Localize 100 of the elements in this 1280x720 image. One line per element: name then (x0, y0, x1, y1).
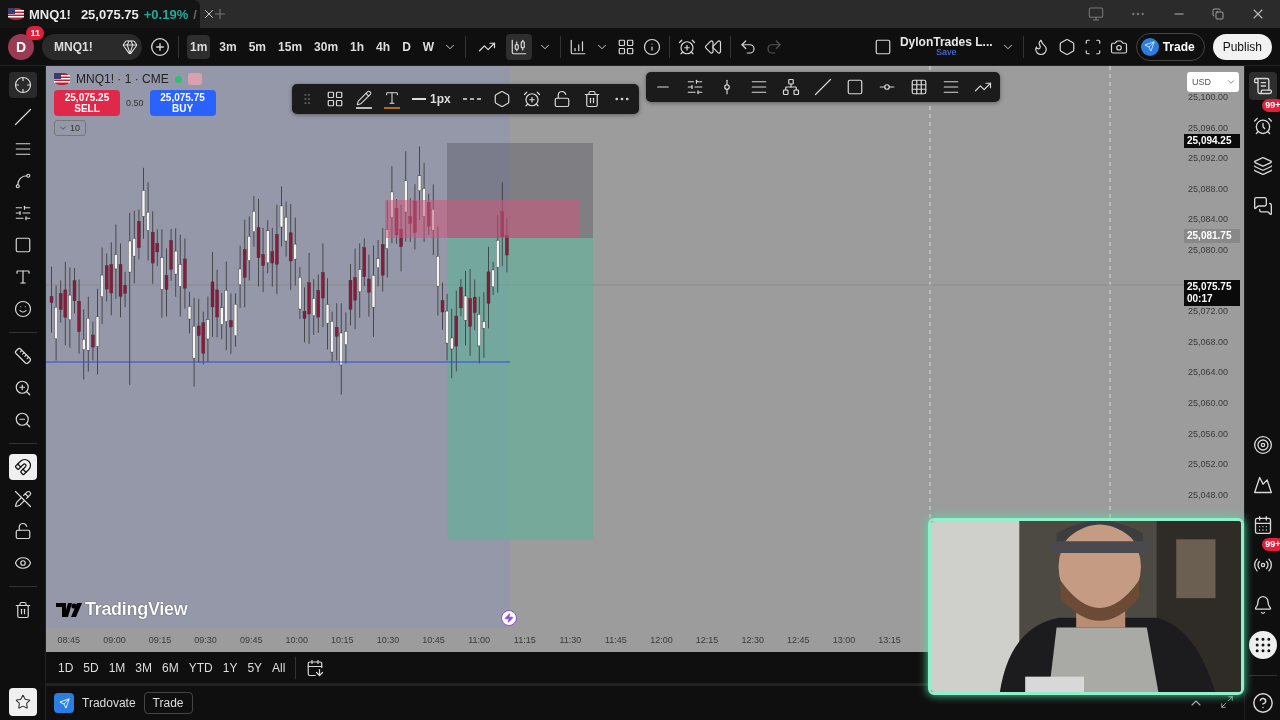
symbol-search-field[interactable]: MNQ1! (42, 33, 142, 60)
broker-logo (54, 693, 74, 713)
chat-icon (1252, 196, 1273, 216)
tab-price: 25,075.75 (80, 6, 139, 22)
pattern-icon (13, 172, 32, 190)
indicators-toggle[interactable]: 10 (54, 120, 86, 136)
tab-symbol[interactable]: MNQ1! (29, 6, 71, 22)
settings-icon[interactable] (1057, 37, 1076, 56)
time-label: 12:00 (649, 635, 674, 645)
time-label: 08:45 (56, 635, 82, 645)
text-icon[interactable] (384, 89, 400, 106)
line-icon (412, 98, 426, 100)
interval-button[interactable]: 15m (275, 34, 306, 59)
time-label: 11:15 (512, 635, 537, 645)
rewind-icon[interactable] (704, 37, 723, 56)
fullscreen-icon[interactable] (1083, 37, 1102, 56)
trash-icon[interactable] (582, 90, 601, 108)
lines-icon[interactable] (750, 78, 768, 96)
bell-icon (1252, 595, 1273, 615)
price-tag: 25,094.25 (1184, 134, 1240, 149)
range-button[interactable]: 6M (162, 660, 179, 675)
square-icon[interactable] (873, 37, 892, 56)
buy-button[interactable]: 25,075.75 BUY (149, 90, 216, 116)
settings-icon[interactable] (492, 90, 511, 108)
lines-icon[interactable] (942, 78, 960, 96)
currency-select[interactable]: USD (1187, 72, 1239, 92)
candlestick-icon (510, 37, 529, 56)
flag-icon (8, 8, 24, 20)
time-label: 11:30 (558, 635, 583, 645)
price-label: 25,100.00 (1188, 92, 1229, 102)
price-label: 25,064.00 (1188, 367, 1229, 378)
magnet-tool[interactable] (8, 454, 37, 480)
sliders-icon[interactable] (686, 78, 704, 96)
templates-icon[interactable] (326, 90, 344, 108)
interval-button[interactable]: W (419, 34, 438, 59)
crosshair-tool[interactable] (8, 72, 37, 98)
apps-button[interactable] (1248, 631, 1277, 659)
pencil-icon[interactable] (356, 89, 372, 106)
interval-button[interactable]: 4h (373, 34, 394, 59)
list-button[interactable] (1248, 72, 1277, 100)
unlock-icon[interactable] (552, 90, 571, 108)
range-button[interactable]: All (272, 660, 286, 675)
range-button[interactable]: 1M (108, 660, 126, 675)
send-icon (1144, 41, 1156, 52)
time-label: 09:15 (147, 635, 173, 645)
sell-button[interactable]: 25,075.25 SELL (54, 90, 120, 116)
undo-icon[interactable] (739, 37, 758, 56)
grid-icon[interactable] (910, 78, 928, 96)
diamond-icon[interactable] (122, 38, 138, 55)
time-label: 09:30 (193, 635, 218, 645)
alarm-clock-icon (1252, 116, 1273, 136)
camera-icon[interactable] (1109, 37, 1128, 56)
favorites-button[interactable] (8, 688, 37, 716)
tab-change: +0.19% (143, 6, 189, 22)
star-icon (14, 694, 31, 710)
monitor-icon[interactable] (1088, 6, 1104, 22)
price-label: 25,056.00 (1188, 428, 1229, 439)
time-label: 12:15 (694, 635, 720, 645)
range-button[interactable]: YTD (188, 660, 213, 675)
interval-button[interactable]: 30m (311, 34, 342, 59)
rectangle-icon[interactable] (846, 78, 864, 96)
alarm-clock-icon[interactable] (678, 37, 697, 56)
candlestick-button[interactable] (506, 33, 533, 60)
chart-symbol-title: MNQ1! · 1 · CME (76, 72, 169, 86)
diagonal-line-icon[interactable] (814, 78, 832, 96)
calendar-icon[interactable] (306, 658, 325, 677)
range-button[interactable]: 1D (58, 660, 74, 675)
maximize-icon[interactable] (1220, 695, 1234, 709)
alarm-clock-icon[interactable] (522, 90, 541, 108)
trade-button[interactable]: Trade (143, 692, 193, 714)
publish-button[interactable]: Publish (1212, 33, 1272, 60)
range-button[interactable]: 5D (83, 660, 99, 675)
broker-name: Tradovate (82, 696, 136, 710)
interval-button[interactable]: D (399, 34, 414, 59)
restore-icon[interactable] (1212, 8, 1224, 20)
interval-button[interactable]: 3m (216, 34, 240, 59)
layout-menu[interactable]: DylonTrades L... Save (899, 36, 993, 57)
line-width-button[interactable]: 1px (412, 92, 451, 106)
count-badge: 99+ (1262, 99, 1280, 112)
interval-button[interactable]: 5m (245, 34, 270, 59)
time-label: 13:00 (831, 635, 857, 645)
dashed-line-icon[interactable] (462, 97, 481, 101)
range-button[interactable]: 3M (135, 660, 153, 675)
network-icon[interactable] (782, 78, 800, 96)
line-icon (13, 108, 32, 126)
templates-icon[interactable] (617, 37, 636, 56)
range-button[interactable]: 5Y (247, 660, 263, 675)
help-icon[interactable] (1251, 692, 1274, 714)
info-icon[interactable] (643, 37, 662, 56)
range-button[interactable]: 1Y (222, 660, 238, 675)
trade-button[interactable]: Trade (1135, 32, 1205, 61)
bolt-icon[interactable] (501, 610, 517, 626)
magnet-icon (13, 458, 32, 476)
interval-button[interactable]: 1h (347, 34, 368, 59)
add-symbol-icon[interactable] (150, 36, 170, 57)
caret-icon (1226, 77, 1236, 87)
interval-button[interactable]: 1m (187, 34, 211, 59)
indicators-icon[interactable] (569, 37, 588, 56)
price-label: 25,072.00 (1188, 306, 1229, 317)
time-label: 13:15 (877, 635, 902, 645)
